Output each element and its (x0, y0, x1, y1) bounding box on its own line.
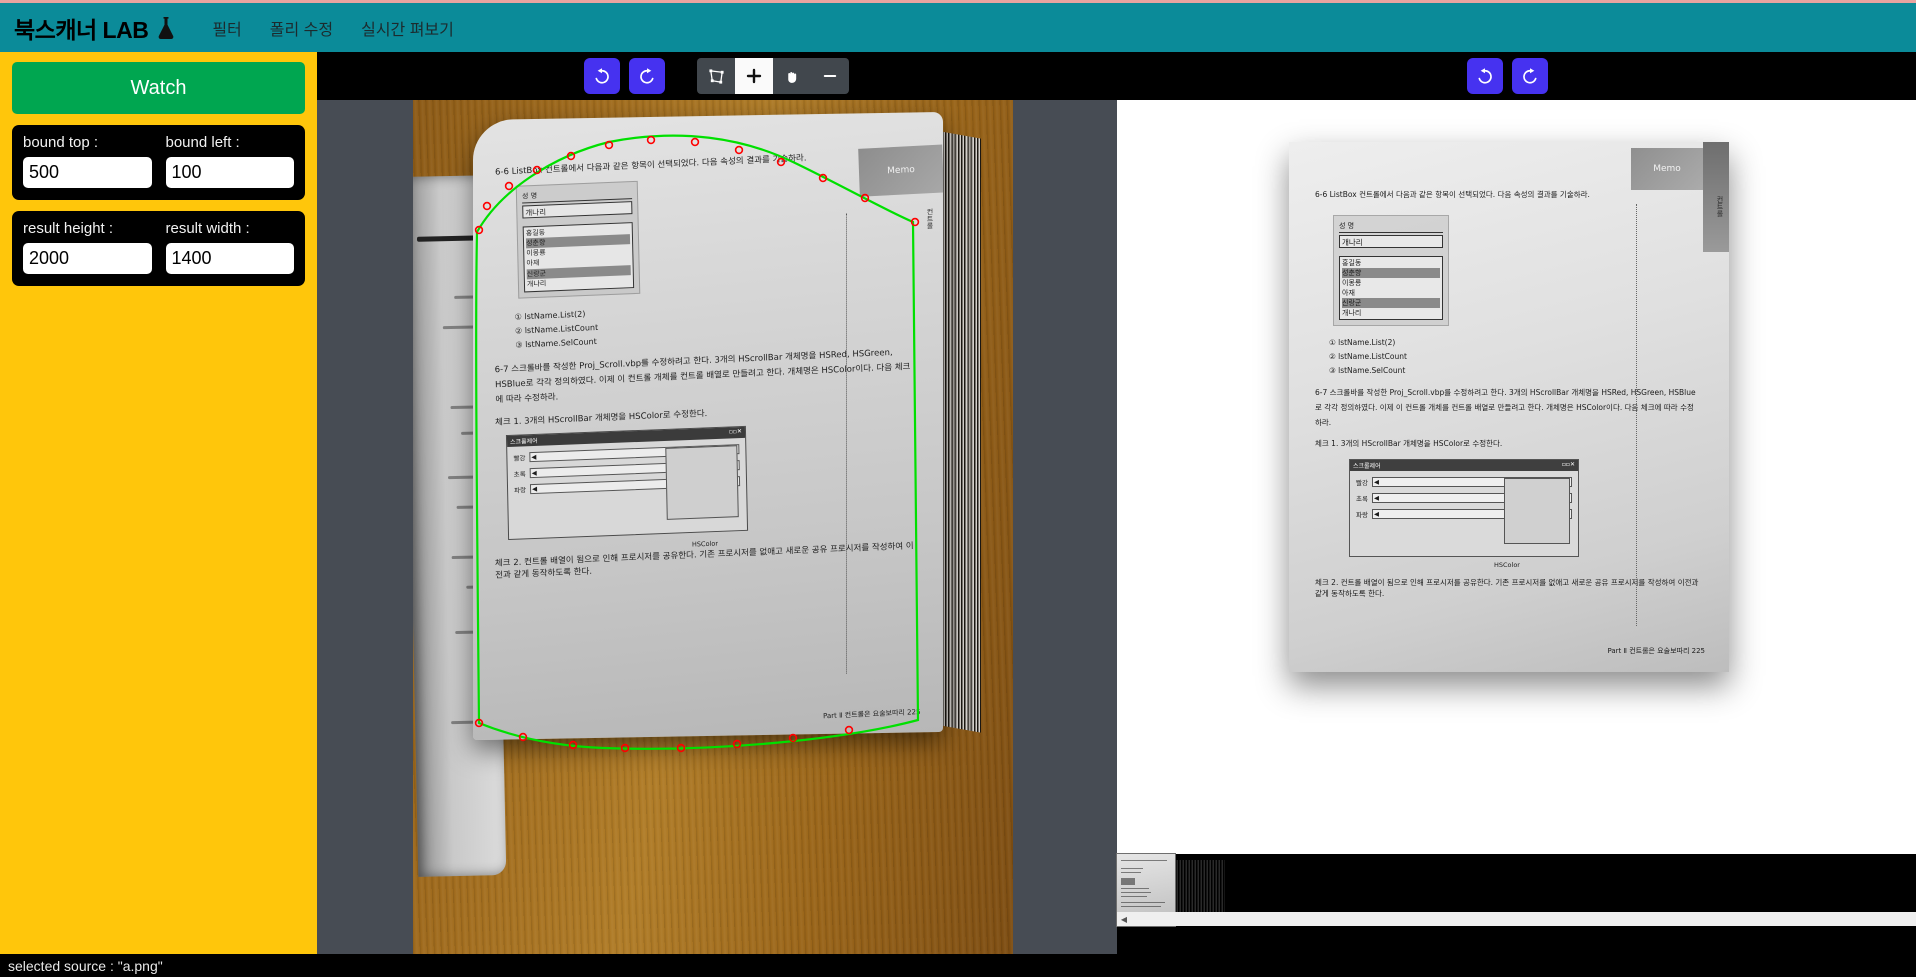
source-memo-tab: Memo (858, 144, 943, 197)
viewer-toolbars (317, 52, 1916, 100)
result-memo-tab: Memo (1631, 148, 1703, 190)
result-fig-title: 스크롤제어 (1353, 463, 1381, 471)
book-page: 6-6 ListBox 컨트롤에서 다음과 같은 항목이 선택되었다. 다음 속… (473, 111, 943, 741)
result-footer-page: 225 (1691, 647, 1705, 655)
result-redo-button[interactable] (1512, 58, 1548, 94)
result-figure-listbox: 성 명 개나리 홍길동 성춘향 이몽룡 아재 신랑군 개나리 (1333, 214, 1449, 326)
list-item: 개나리 (1342, 309, 1362, 318)
bound-left-field: bound left : (165, 134, 294, 188)
bound-top-field: bound top : (23, 134, 152, 188)
list-item: 홍길동 (1342, 258, 1362, 267)
result-dialog-list: 홍길동 성춘향 이몽룡 아재 신랑군 개나리 (1339, 255, 1443, 320)
thumbnail-page-edges[interactable] (1175, 860, 1225, 918)
bound-top-input[interactable] (23, 157, 152, 188)
result-item-3: ③ lstName.SelCount (1329, 366, 1406, 375)
result-item-2: ② lstName.ListCount (1329, 351, 1407, 361)
list-item: 이몽룡 (1342, 278, 1362, 287)
window-controls-icon: ▫▫✕ (1561, 461, 1575, 469)
nav-links: 필터 폴리 수정 실시간 펴보기 (212, 16, 454, 40)
source-footer: Part Ⅱ 컨트롤은 요술보따리 225 (823, 707, 921, 721)
result-fig-row-2: 초록 (1356, 495, 1368, 504)
top-navbar: 북스캐너 LAB 필터 폴리 수정 실시간 펴보기 (0, 0, 1916, 52)
source-tool-segment (697, 58, 849, 94)
brand: 북스캐너 LAB (14, 11, 176, 45)
source-question-6-6: 6-6 ListBox 컨트롤에서 다음과 같은 항목이 선택되었다. 다음 속… (494, 153, 807, 178)
tool-crop-polygon[interactable] (697, 58, 735, 94)
result-height-field: result height : (23, 220, 152, 274)
result-page: 6-6 ListBox 컨트롤에서 다음과 같은 항목이 선택되었다. 다음 속… (1289, 142, 1729, 672)
source-figure-listbox: 성 명 개나리 홍길동 성춘향 이몽룡 아재 신랑군 개나리 (515, 181, 641, 300)
watch-button[interactable]: Watch (12, 62, 305, 114)
status-text: selected source : "a.png" (8, 957, 163, 974)
tool-pan[interactable] (773, 58, 811, 94)
result-footer-part: Part Ⅱ 컨트롤은 요술보따리 (1607, 647, 1690, 655)
source-side-tab-text: 컨트롤 (926, 208, 934, 230)
source-undo-button[interactable] (584, 58, 620, 94)
result-check-2: 체크 2. 컨트롤 배열이 됨으로 인해 프로시저를 공유한다. 기존 프로시저… (1315, 578, 1699, 599)
result-undo-button[interactable] (1467, 58, 1503, 94)
status-bar: selected source : "a.png" (0, 954, 1916, 977)
result-height-input[interactable] (23, 243, 152, 274)
source-fig-preview (665, 445, 739, 520)
result-dialog-value: 개나리 (1339, 234, 1443, 248)
result-width-label: result width : (165, 220, 250, 237)
source-dialog-list: 홍길동 성춘향 이몽룡 아재 신랑군 개나리 (522, 222, 635, 293)
source-dialog-value: 개나리 (522, 201, 633, 219)
source-figure-scroll: 스크롤제어 ▫▫✕ 빨강◀▶ 초록◀▶ 파랑◀▶ (505, 425, 749, 541)
source-redo-button[interactable] (629, 58, 665, 94)
result-check-1: 체크 1. 3개의 HScrollBar 개체명을 HSColor로 수정한다. (1315, 439, 1503, 449)
source-footer-part: Part Ⅱ 컨트롤은 요술보따리 (823, 708, 906, 721)
scroll-left-icon[interactable]: ◀ (1117, 912, 1131, 926)
result-fig-preview (1504, 478, 1570, 545)
source-fig-row-3: 파랑 (514, 486, 527, 495)
source-history-buttons (584, 58, 665, 94)
result-dialog-label: 성 명 (1339, 221, 1443, 233)
tool-zoom-in[interactable] (735, 58, 773, 94)
result-field-group: result height : result width : (12, 211, 305, 286)
source-dotted-rule (846, 213, 847, 674)
result-width-input[interactable] (165, 243, 294, 274)
source-footer-page: 225 (907, 708, 922, 717)
result-items: ① lstName.List(2) ② lstName.ListCount ③ … (1315, 336, 1699, 379)
source-fig-row-1: 빨강 (513, 454, 526, 463)
result-dotted-rule (1636, 204, 1637, 626)
result-side-tab-text: 컨트롤 (1716, 196, 1724, 217)
source-fig-row-2: 초록 (513, 470, 526, 479)
flask-icon (156, 16, 176, 40)
list-item: 아재 (1342, 288, 1355, 297)
result-fig-row-3: 파랑 (1356, 511, 1368, 520)
tool-zoom-out[interactable] (811, 58, 849, 94)
result-fig-caption: HSColor (1494, 561, 1520, 570)
nav-filter[interactable]: 필터 (212, 16, 241, 40)
result-footer: Part Ⅱ 컨트롤은 요술보따리 225 (1607, 646, 1705, 656)
result-figure-scroll: 스크롤제어 ▫▫✕ 빨강◀▶ 초록◀▶ 파랑◀▶ (1349, 459, 1579, 558)
thumbnail-strip: ◀ (1116, 853, 1916, 954)
source-photo[interactable]: 6-6 ListBox 컨트롤에서 다음과 같은 항목이 선택되었다. 다음 속… (413, 100, 1013, 954)
nav-realtime-unfold[interactable]: 실시간 펴보기 (361, 16, 454, 40)
source-question-6-7: 6-7 스크롤바를 작성한 Proj_Scroll.vbp를 수정하려고 한다.… (494, 348, 911, 406)
result-history-buttons (1467, 58, 1548, 94)
left-sidebar: Watch bound top : bound left : result he… (0, 52, 317, 954)
result-fig-row-1: 빨강 (1356, 479, 1368, 488)
list-item: 성춘향 (1342, 267, 1440, 278)
window-controls-icon: ▫▫✕ (728, 428, 743, 436)
result-width-field: result width : (165, 220, 294, 274)
thumbnail-scrollbar[interactable]: ◀ (1117, 912, 1916, 926)
result-question-6-7: 6-7 스크롤바를 작성한 Proj_Scroll.vbp를 수정하려고 한다.… (1315, 388, 1696, 427)
list-item: 신랑군 (1342, 298, 1440, 309)
source-fig-title: 스크롤제어 (510, 437, 538, 446)
source-items: ① lstName.List(2) ② lstName.ListCount ③ … (515, 294, 916, 353)
bound-left-input[interactable] (165, 157, 294, 188)
brand-label: 북스캐너 LAB (14, 16, 149, 43)
result-item-1: ① lstName.List(2) (1329, 337, 1396, 347)
source-viewer[interactable]: 6-6 ListBox 컨트롤에서 다음과 같은 항목이 선택되었다. 다음 속… (317, 100, 1117, 954)
bounds-field-group: bound top : bound left : (12, 125, 305, 200)
app-root: 북스캐너 LAB 필터 폴리 수정 실시간 펴보기 Watch bound to… (0, 0, 1916, 977)
nav-poly-edit[interactable]: 폴리 수정 (270, 16, 333, 40)
result-question-6-6: 6-6 ListBox 컨트롤에서 다음과 같은 항목이 선택되었다. 다음 속… (1315, 190, 1590, 199)
result-height-label: result height : (23, 220, 114, 237)
bound-top-label: bound top : (23, 134, 99, 151)
bound-left-label: bound left : (165, 134, 240, 151)
result-viewer[interactable]: 6-6 ListBox 컨트롤에서 다음과 같은 항목이 선택되었다. 다음 속… (1117, 100, 1916, 854)
